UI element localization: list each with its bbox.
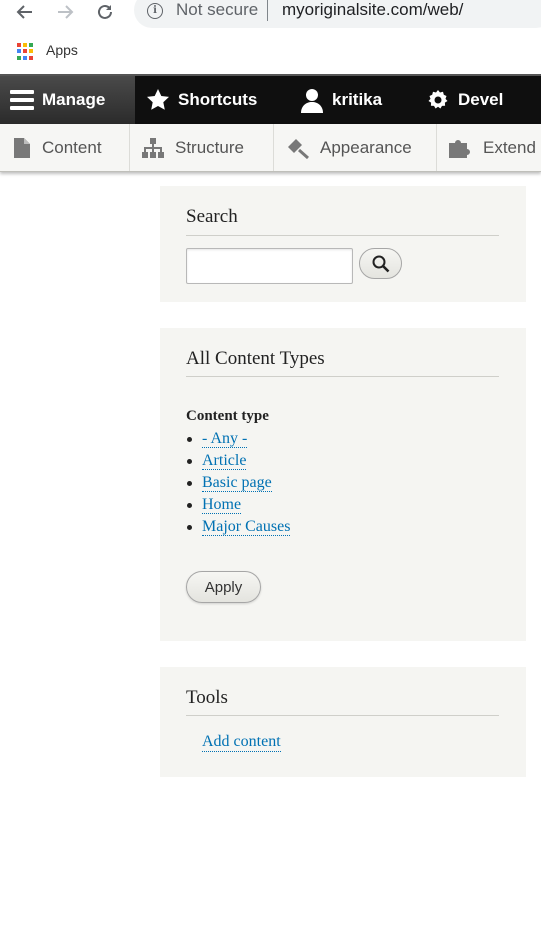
toolbar-shortcuts-label: Shortcuts [178, 90, 258, 109]
tray-item-content[interactable]: Content [0, 124, 130, 171]
content-types-block: All Content Types Content type - Any - A… [160, 328, 526, 641]
tools-block-divider [186, 715, 499, 716]
toolbar-devel-label: Devel [458, 90, 504, 109]
toolbar-user[interactable]: kritika [300, 76, 382, 124]
content-types-divider [186, 376, 499, 377]
tools-block-title: Tools [186, 687, 228, 708]
url-text[interactable]: myoriginalsite.com/web/ [282, 0, 463, 20]
security-label: Not secure [176, 0, 259, 19]
reload-button[interactable] [93, 0, 117, 24]
add-content-link[interactable]: Add content [202, 733, 281, 752]
toolbar-manage-label: Manage [42, 90, 106, 109]
forward-arrow-icon [58, 5, 74, 19]
info-icon[interactable]: i [147, 3, 163, 19]
search-block-divider [186, 235, 499, 236]
list-item: Article [186, 450, 290, 472]
reload-icon [98, 4, 112, 19]
admin-toolbar-tray: Content Structure Appearance Extend [0, 124, 541, 172]
star-icon [147, 89, 169, 110]
back-arrow-icon [16, 5, 32, 19]
toolbar-user-label: kritika [332, 90, 383, 109]
list-item: - Any - [186, 428, 290, 450]
facet-option-major-causes[interactable]: Major Causes [202, 518, 291, 536]
bookmarks-bar: Apps [0, 28, 541, 74]
sitemap-icon [142, 138, 164, 158]
puzzle-icon [449, 140, 470, 158]
toolbar-devel[interactable]: Devel [426, 76, 503, 124]
user-icon [301, 89, 323, 113]
apps-grid-icon[interactable] [17, 43, 34, 60]
list-item: Major Causes [186, 516, 291, 538]
tray-item-extend-label: Extend [483, 138, 536, 157]
gear-icon [428, 90, 448, 109]
omnibox-divider [267, 0, 268, 21]
tray-item-content-label: Content [42, 138, 102, 157]
hamburger-icon [10, 90, 34, 110]
browser-address-row: i Not secure myoriginalsite.com/web/ [0, 0, 541, 28]
search-block-title: Search [186, 206, 238, 227]
search-button[interactable] [359, 248, 402, 279]
facet-label: Content type [186, 408, 269, 424]
back-button[interactable] [13, 0, 37, 24]
admin-toolbar: Manage Shortcuts kritika Devel [0, 74, 541, 124]
facet-option-any[interactable]: - Any - [202, 430, 248, 448]
tray-item-structure-label: Structure [175, 138, 244, 157]
search-icon [372, 255, 389, 272]
address-bar[interactable]: i Not secure myoriginalsite.com/web/ [134, 0, 541, 28]
facet-option-basic-page[interactable]: Basic page [202, 474, 272, 492]
search-block: Search [160, 186, 526, 302]
facet-option-article[interactable]: Article [202, 452, 247, 470]
tray-item-extend[interactable]: Extend [437, 124, 541, 171]
toolbar-shortcuts[interactable]: Shortcuts [146, 76, 257, 124]
forward-button[interactable] [53, 0, 77, 24]
apply-button[interactable]: Apply [186, 571, 261, 603]
tray-item-structure[interactable]: Structure [130, 124, 274, 171]
tray-item-appearance-label: Appearance [320, 138, 412, 157]
facet-list: - Any - Article Basic page Home Major Ca… [186, 428, 291, 538]
tray-item-appearance[interactable]: Appearance [274, 124, 437, 171]
search-input[interactable] [186, 248, 353, 284]
list-item: Basic page [186, 472, 290, 494]
facet-option-home[interactable]: Home [202, 496, 242, 514]
toolbar-manage[interactable]: Manage [0, 76, 135, 124]
page-icon [14, 138, 30, 158]
paintbrush-icon [288, 139, 309, 159]
tools-block: Tools Add content [160, 667, 526, 777]
content-types-title: All Content Types [186, 348, 325, 369]
apps-bookmark[interactable]: Apps [46, 42, 78, 58]
list-item: Home [186, 494, 290, 516]
